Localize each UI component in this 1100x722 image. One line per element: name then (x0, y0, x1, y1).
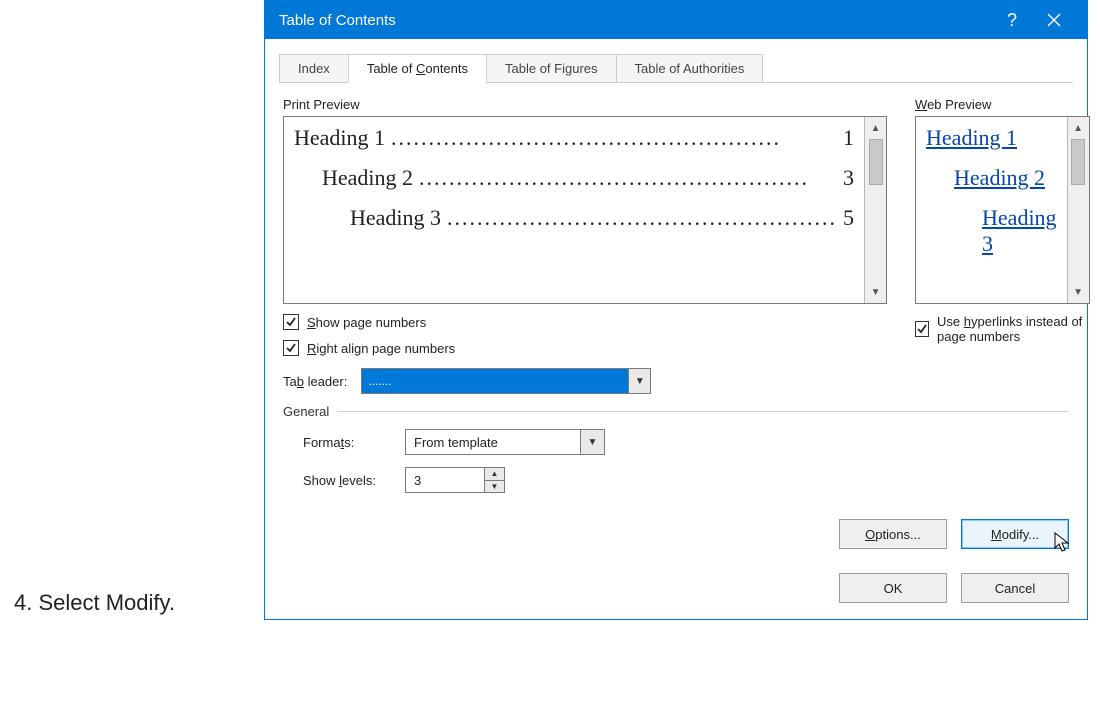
print-row-2: Heading 2 ..............................… (322, 165, 854, 191)
print-scrollbar[interactable]: ▲ ▼ (864, 117, 886, 303)
tab-leader-label: Tab leader: (283, 374, 347, 389)
print-row-page: 3 (843, 165, 854, 191)
close-icon (1047, 13, 1061, 27)
scroll-down-icon[interactable]: ▼ (1070, 283, 1087, 301)
web-preview-label: Web Preview (915, 97, 1090, 112)
formats-value: From template (406, 435, 580, 450)
ok-button[interactable]: OK (839, 573, 947, 603)
print-preview-label: Print Preview (283, 97, 887, 112)
group-divider (337, 411, 1069, 412)
show-levels-spinner[interactable]: 3 ▲ ▼ (405, 467, 505, 493)
tab-leader-combo[interactable]: ....... ▼ (361, 368, 651, 394)
check-icon (916, 323, 928, 335)
dialog-title: Table of Contents (279, 12, 991, 29)
modify-button[interactable]: Modify... (961, 519, 1069, 549)
tab-label-pre: Table of (367, 61, 416, 76)
general-section: General Formats: From template ▼ Show le… (265, 398, 1087, 513)
right-align-row[interactable]: Right align page numbers (283, 340, 887, 356)
check-icon (285, 316, 297, 328)
use-hyperlinks-checkbox[interactable] (915, 321, 929, 337)
general-group-label: General (283, 404, 329, 419)
formats-label: Formats: (303, 435, 387, 450)
web-link[interactable]: Heading 2 (954, 165, 1045, 190)
tab-index[interactable]: Index (279, 54, 349, 83)
spin-up-icon[interactable]: ▲ (485, 468, 504, 480)
show-levels-value: 3 (406, 468, 484, 492)
options-button[interactable]: Options... (839, 519, 947, 549)
scroll-thumb[interactable] (869, 139, 883, 185)
web-scrollbar[interactable]: ▲ ▼ (1067, 117, 1089, 303)
use-hyperlinks-label: Use hyperlinks instead of page numbers (937, 314, 1090, 344)
scroll-up-icon[interactable]: ▲ (867, 119, 884, 137)
print-row-page: 1 (843, 125, 854, 151)
right-align-checkbox[interactable] (283, 340, 299, 356)
formats-combo[interactable]: From template ▼ (405, 429, 605, 455)
print-row-title: Heading 3 (350, 205, 441, 231)
options-modify-row: Options... Modify... (265, 513, 1087, 561)
check-icon (285, 342, 297, 354)
preview-columns: Print Preview Heading 1 ................… (265, 83, 1087, 398)
spin-down-icon[interactable]: ▼ (485, 480, 504, 493)
web-row-2: Heading 2 (954, 165, 1057, 191)
help-button[interactable]: ? (991, 10, 1033, 31)
tab-label-post: ontents (425, 61, 468, 76)
cancel-button[interactable]: Cancel (961, 573, 1069, 603)
tab-table-of-figures[interactable]: Table of Figures (486, 54, 617, 83)
show-page-numbers-checkbox[interactable] (283, 314, 299, 330)
print-column: Print Preview Heading 1 ................… (283, 97, 901, 394)
instruction-step: 4. Select Modify. (14, 590, 175, 616)
tab-leader-row: Tab leader: ....... ▼ (283, 368, 887, 394)
leader-dots: ........................................… (391, 125, 837, 151)
web-column: Web Preview Heading 1 Heading 2 Heading … (901, 97, 1090, 394)
print-row-1: Heading 1 ..............................… (294, 125, 854, 151)
ok-cancel-row: OK Cancel (265, 561, 1087, 619)
tab-leader-value: ....... (362, 369, 628, 393)
tab-strip: Index Table of Contents Table of Figures… (279, 53, 1073, 83)
scroll-down-icon[interactable]: ▼ (867, 283, 884, 301)
right-align-label: Right align page numbers (307, 341, 455, 356)
web-row-1: Heading 1 (926, 125, 1057, 151)
print-preview-box: Heading 1 ..............................… (283, 116, 887, 304)
titlebar: Table of Contents ? (265, 1, 1087, 39)
chevron-down-icon[interactable]: ▼ (628, 369, 650, 393)
cursor-icon (1054, 532, 1072, 554)
chevron-down-icon[interactable]: ▼ (580, 430, 604, 454)
scroll-thumb[interactable] (1071, 139, 1085, 185)
web-link[interactable]: Heading 1 (926, 125, 1017, 150)
tab-table-of-authorities[interactable]: Table of Authorities (616, 54, 764, 83)
leader-dots: ........................................… (419, 165, 837, 191)
toc-dialog: Table of Contents ? Index Table of Conte… (264, 0, 1088, 620)
tab-table-of-contents[interactable]: Table of Contents (348, 54, 487, 83)
web-preview-body: Heading 1 Heading 2 Heading 3 (916, 117, 1067, 303)
show-levels-label: Show levels: (303, 473, 387, 488)
print-row-page: 5 (843, 205, 854, 231)
tab-label-key: C (416, 61, 425, 76)
scroll-up-icon[interactable]: ▲ (1070, 119, 1087, 137)
web-preview-box: Heading 1 Heading 2 Heading 3 ▲ ▼ (915, 116, 1090, 304)
web-link[interactable]: Heading 3 (982, 205, 1057, 256)
print-row-title: Heading 2 (322, 165, 413, 191)
use-hyperlinks-row[interactable]: Use hyperlinks instead of page numbers (915, 314, 1090, 344)
show-page-numbers-label: Show page numbers (307, 315, 426, 330)
print-preview-body: Heading 1 ..............................… (284, 117, 864, 303)
show-page-numbers-row[interactable]: Show page numbers (283, 314, 887, 330)
print-row-3: Heading 3 ..............................… (350, 205, 854, 231)
web-row-3: Heading 3 (982, 205, 1057, 257)
leader-dots: ........................................… (447, 205, 837, 231)
print-row-title: Heading 1 (294, 125, 385, 151)
close-button[interactable] (1033, 13, 1075, 27)
